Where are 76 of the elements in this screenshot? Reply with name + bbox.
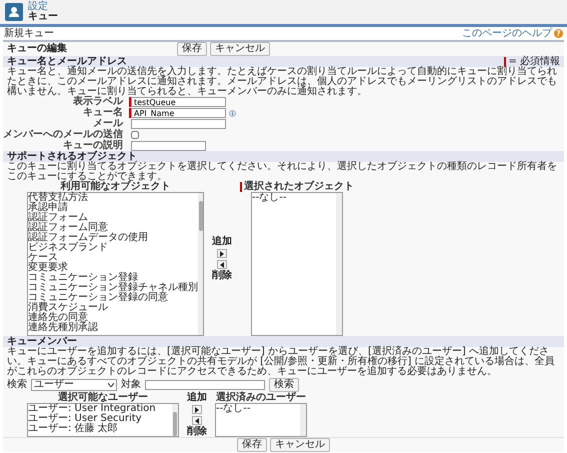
toolbar-button[interactable]: 保存 — [177, 42, 207, 56]
list-option[interactable]: 認証フォーム同意 — [28, 223, 198, 233]
section-description: キューにユーザーを追加するには、[選択可能なユーザー] からユーザーを選び、[選択済みのユーザー] へ追加してください。キューにあるすべてのオブジェクトの共有モデルが [公開/参照・更新・所有権の移行] に設定されている場合は、全員がこれらのオブジェクトのレコードにアクセスできるため、キューにユーザーを追加する必要はありません。 — [6, 347, 556, 377]
multi-select-list[interactable]: 代替支払方法 承認申請 認証フォーム 認証フォーム同意 認証フォームデータの使用 ビジネスブランド ケース 変更要求 コミュニケーション登録 コミュニケーション登録チャネル種別 コミュニケーション登録の同意 消費スケジュール 連絡先の同意 連絡先種別承認 — [27, 192, 204, 336]
required-legend: = 必須情報 — [504, 56, 560, 66]
list-option[interactable]: ビジネスブランド — [28, 243, 198, 253]
list-option[interactable]: 連絡先種別承認 — [28, 323, 198, 333]
multi-select-list[interactable]: --なし-- — [251, 192, 343, 336]
remove-arrow-button[interactable] — [192, 416, 202, 425]
info-icon — [229, 110, 236, 116]
section-title: キュー名とメールアドレス — [7, 56, 127, 66]
help-link[interactable]: このページのヘルプ — [462, 28, 552, 38]
list-option[interactable]: 認証フォームデータの使用 — [28, 233, 198, 243]
scrollbar[interactable] — [172, 404, 178, 436]
list-option[interactable]: ユーザー: User Security — [28, 414, 172, 424]
list-option[interactable]: コミュニケーション登録チャネル種別 — [28, 283, 198, 293]
list-heading: 選択済みのユーザー — [216, 393, 306, 403]
right-triangle-icon — [195, 406, 199, 412]
section-description: このキューに割り当てるオブジェクトを選択してください。それにより、選択したオブジェクトの種類のレコード所有者をこのキューにすることができます。 — [6, 162, 558, 182]
remove-arrow-button[interactable] — [217, 260, 227, 269]
page-title: 新規キュー — [4, 28, 54, 38]
scrollbar[interactable] — [336, 193, 342, 335]
remove-label: 削除 — [212, 271, 232, 281]
field-label: メンバーへのメールの送信 — [3, 130, 123, 140]
list-option[interactable]: 変更要求 — [28, 263, 198, 273]
toolbar-button[interactable]: キャンセル — [210, 42, 270, 56]
list-option[interactable]: ユーザー: 佐藤 太郎 — [28, 424, 172, 434]
checkbox[interactable] — [131, 131, 139, 139]
text-field[interactable] — [131, 119, 226, 129]
search-field[interactable] — [145, 380, 265, 390]
add-arrow-button[interactable] — [192, 405, 202, 414]
list-heading: 選択可能なユーザー — [58, 393, 148, 403]
text-field[interactable]: testQueue — [131, 97, 226, 107]
footer-button[interactable]: キャンセル — [270, 438, 330, 452]
section-description: キュー名と、通知メールの送信先を入力します。たとえばケースの割り当てルールによって自動的にキューに割り当てられたときに、このメールアドレスに通知されます。メールアドレスは、個人のアドレスでもメーリングリストのアドレスでも構いません。キューに割り当てられると、キューメンバーのみに通知されます。 — [6, 67, 558, 97]
for-label: 対象 — [121, 380, 141, 390]
multi-select-list[interactable]: --なし-- — [215, 403, 307, 437]
list-option[interactable]: コミュニケーション登録の同意 — [28, 293, 198, 303]
footer-button[interactable]: 保存 — [237, 438, 267, 452]
right-triangle-icon — [220, 250, 224, 256]
search-button[interactable]: 検索 — [269, 378, 299, 392]
multi-select-list[interactable]: ユーザー: User Integration ユーザー: User Security ユーザー: 佐藤 太郎 — [27, 403, 179, 437]
list-option[interactable]: 連絡先の同意 — [28, 313, 198, 323]
field-label: 表示ラベル — [72, 97, 123, 107]
field-label: メール — [92, 119, 123, 129]
list-option[interactable]: 承認申請 — [28, 203, 198, 213]
field-label: キュー名 — [82, 108, 123, 118]
list-option[interactable]: 代替支払方法 — [28, 193, 198, 203]
list-option[interactable]: --なし-- — [216, 404, 300, 414]
chevron-down-icon — [108, 383, 114, 387]
scrollbar[interactable] — [300, 404, 306, 436]
help-icon: ? — [554, 29, 563, 38]
list-option[interactable]: 認証フォーム — [28, 213, 198, 223]
add-label: 追加 — [187, 393, 207, 403]
list-option[interactable]: ユーザー: User Integration — [28, 404, 172, 414]
scrollbar[interactable] — [198, 193, 203, 335]
add-label: 追加 — [212, 237, 232, 247]
field-label: キューの説明 — [62, 141, 123, 151]
list-option[interactable]: 消費スケジュール — [28, 303, 198, 313]
panel-title: キューの編集 — [7, 44, 68, 54]
add-arrow-button[interactable] — [217, 249, 227, 258]
breadcrumb-link[interactable]: 設定 — [28, 2, 58, 12]
list-option[interactable]: --なし-- — [252, 193, 336, 203]
section-title: サポートされるオブジェクト — [7, 152, 137, 162]
list-heading: 利用可能なオブジェクト — [60, 182, 170, 192]
list-option[interactable]: コミュニケーション登録 — [28, 273, 198, 283]
person-icon — [5, 3, 23, 21]
section-title: キューメンバー — [7, 336, 77, 346]
remove-label: 削除 — [187, 427, 207, 437]
left-triangle-icon — [220, 262, 224, 268]
left-triangle-icon — [195, 418, 199, 424]
page-header-title: キュー — [28, 12, 58, 22]
textarea-field[interactable] — [131, 141, 206, 151]
search-dropdown[interactable]: ユーザー — [31, 379, 117, 391]
search-label: 検索 — [7, 380, 27, 390]
list-option[interactable]: ケース — [28, 253, 198, 263]
